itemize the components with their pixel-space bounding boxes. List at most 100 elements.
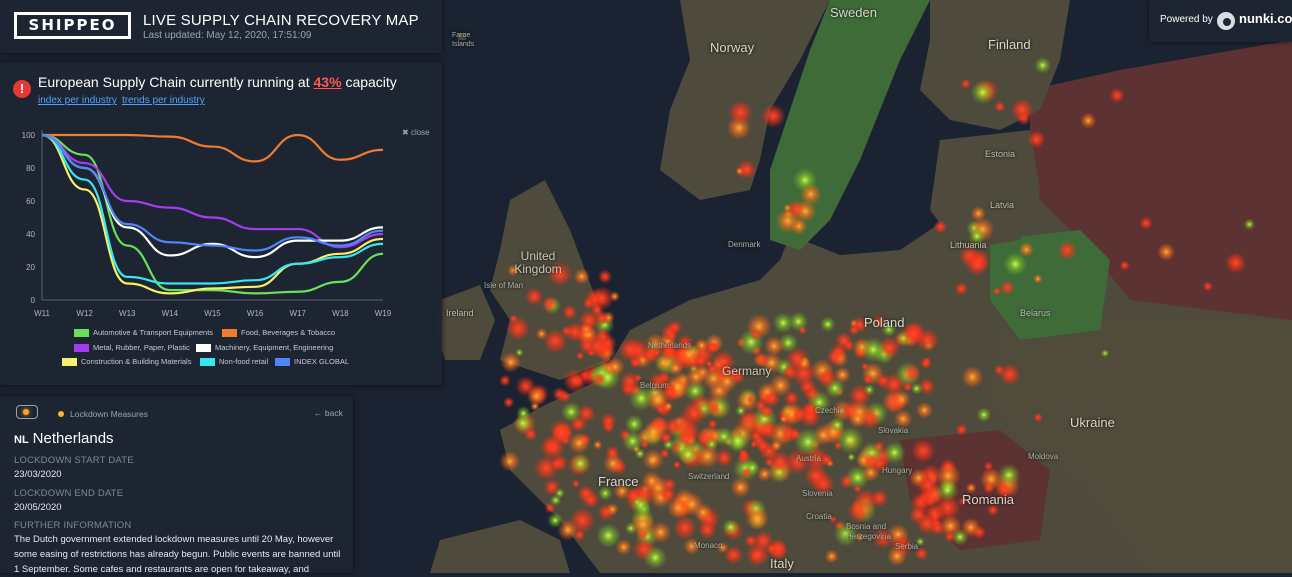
heat-point[interactable] xyxy=(672,515,697,540)
heat-point[interactable] xyxy=(600,412,617,430)
heat-point[interactable] xyxy=(770,439,783,452)
heat-point[interactable] xyxy=(820,316,836,333)
heat-point[interactable] xyxy=(725,428,750,453)
heat-point[interactable] xyxy=(965,252,989,277)
heat-point[interactable] xyxy=(983,461,994,471)
heat-point[interactable] xyxy=(597,269,613,284)
heat-point[interactable] xyxy=(562,304,578,320)
heat-point[interactable] xyxy=(766,543,777,555)
heat-point[interactable] xyxy=(775,208,800,234)
heat-point[interactable] xyxy=(920,357,932,370)
heat-point[interactable] xyxy=(577,484,595,503)
heat-point[interactable] xyxy=(735,405,747,417)
legend-item-food[interactable]: Food, Beverages & Tobacco xyxy=(222,328,335,338)
capacity-percent[interactable]: 43% xyxy=(314,74,342,90)
heat-point[interactable] xyxy=(1027,130,1046,149)
heat-point[interactable] xyxy=(1033,412,1043,423)
heat-point[interactable] xyxy=(955,423,968,436)
heat-point[interactable] xyxy=(933,219,948,234)
heat-point[interactable] xyxy=(998,363,1021,386)
heat-point[interactable] xyxy=(634,448,646,460)
heat-point[interactable] xyxy=(615,539,632,556)
heat-point[interactable] xyxy=(970,80,995,105)
heat-point[interactable] xyxy=(961,365,984,389)
heat-point[interactable] xyxy=(749,440,759,449)
heat-point[interactable] xyxy=(961,517,981,538)
heat-point[interactable] xyxy=(573,268,590,285)
index-per-industry-link[interactable]: index per industry xyxy=(38,95,117,106)
heat-point[interactable] xyxy=(835,331,853,350)
legend-item-metal[interactable]: Metal, Rubber, Paper, Plastic xyxy=(74,343,190,353)
heat-point[interactable] xyxy=(723,545,744,565)
heat-point[interactable] xyxy=(875,373,891,389)
heat-point[interactable] xyxy=(960,78,971,89)
heat-point[interactable] xyxy=(902,363,921,383)
lockdown-toggle-icon[interactable] xyxy=(16,405,38,419)
heat-point[interactable] xyxy=(667,332,677,341)
heat-point[interactable] xyxy=(1202,281,1214,292)
heat-point[interactable] xyxy=(499,450,521,472)
heat-point[interactable] xyxy=(847,452,856,462)
legend-item-machinery[interactable]: Machinery, Equipment, Engineering xyxy=(196,343,333,353)
legend-item-index-global[interactable]: INDEX GLOBAL xyxy=(275,357,349,367)
heat-point[interactable] xyxy=(745,506,770,531)
legend-item-automotive[interactable]: Automotive & Transport Equipments xyxy=(74,328,213,338)
heat-point[interactable] xyxy=(750,328,762,340)
heat-point[interactable] xyxy=(847,498,872,523)
heat-point[interactable] xyxy=(853,484,862,493)
heat-point[interactable] xyxy=(1100,349,1110,358)
heat-point[interactable] xyxy=(526,386,547,407)
heat-point[interactable] xyxy=(525,287,544,306)
heat-point[interactable] xyxy=(788,311,809,332)
heat-point[interactable] xyxy=(590,286,614,311)
heat-point[interactable] xyxy=(570,453,591,474)
heat-point[interactable] xyxy=(936,478,959,502)
heat-point[interactable] xyxy=(738,449,750,461)
heat-point[interactable] xyxy=(515,348,524,357)
heat-point[interactable] xyxy=(695,443,720,469)
series-line-index-global[interactable] xyxy=(41,133,384,252)
heat-point[interactable] xyxy=(797,356,812,371)
heat-point[interactable] xyxy=(544,502,556,514)
heat-point[interactable] xyxy=(499,374,511,387)
heat-point[interactable] xyxy=(667,360,684,376)
heat-point[interactable] xyxy=(862,374,874,385)
heat-point[interactable] xyxy=(1225,252,1247,274)
heat-point[interactable] xyxy=(569,507,596,534)
heat-point[interactable] xyxy=(708,401,722,415)
heat-point[interactable] xyxy=(999,280,1015,295)
heat-point[interactable] xyxy=(916,473,940,497)
heat-point[interactable] xyxy=(563,368,588,393)
heat-point[interactable] xyxy=(541,296,558,312)
heat-point[interactable] xyxy=(758,419,779,440)
heat-point[interactable] xyxy=(761,103,786,129)
heat-point[interactable] xyxy=(722,518,740,536)
heat-point[interactable] xyxy=(1080,112,1097,129)
heat-point[interactable] xyxy=(883,441,906,464)
heat-point[interactable] xyxy=(552,387,567,402)
legend-item-construction[interactable]: Construction & Building Materials xyxy=(62,357,191,367)
heat-point[interactable] xyxy=(820,453,833,467)
heat-point[interactable] xyxy=(976,407,992,423)
heat-point[interactable] xyxy=(915,401,934,419)
heat-point[interactable] xyxy=(643,545,668,570)
shippeo-logo[interactable]: SHIPPEO xyxy=(14,12,131,39)
heat-point[interactable] xyxy=(605,357,625,377)
heat-point[interactable] xyxy=(860,336,886,363)
heat-point[interactable] xyxy=(641,470,662,492)
heat-point[interactable] xyxy=(759,403,775,419)
heat-point[interactable] xyxy=(1032,273,1043,284)
heat-point[interactable] xyxy=(735,167,744,176)
heat-point[interactable] xyxy=(547,512,564,529)
heat-point[interactable] xyxy=(911,439,935,463)
heat-point[interactable] xyxy=(799,183,822,206)
heat-point[interactable] xyxy=(901,322,925,346)
heat-point[interactable] xyxy=(862,452,881,470)
heat-point[interactable] xyxy=(1010,98,1034,122)
heat-point[interactable] xyxy=(698,520,717,540)
heat-point[interactable] xyxy=(672,460,682,470)
heat-point[interactable] xyxy=(1139,216,1153,230)
heat-point[interactable] xyxy=(1034,56,1052,74)
heat-point[interactable] xyxy=(659,485,677,503)
heat-point[interactable] xyxy=(994,100,1006,113)
